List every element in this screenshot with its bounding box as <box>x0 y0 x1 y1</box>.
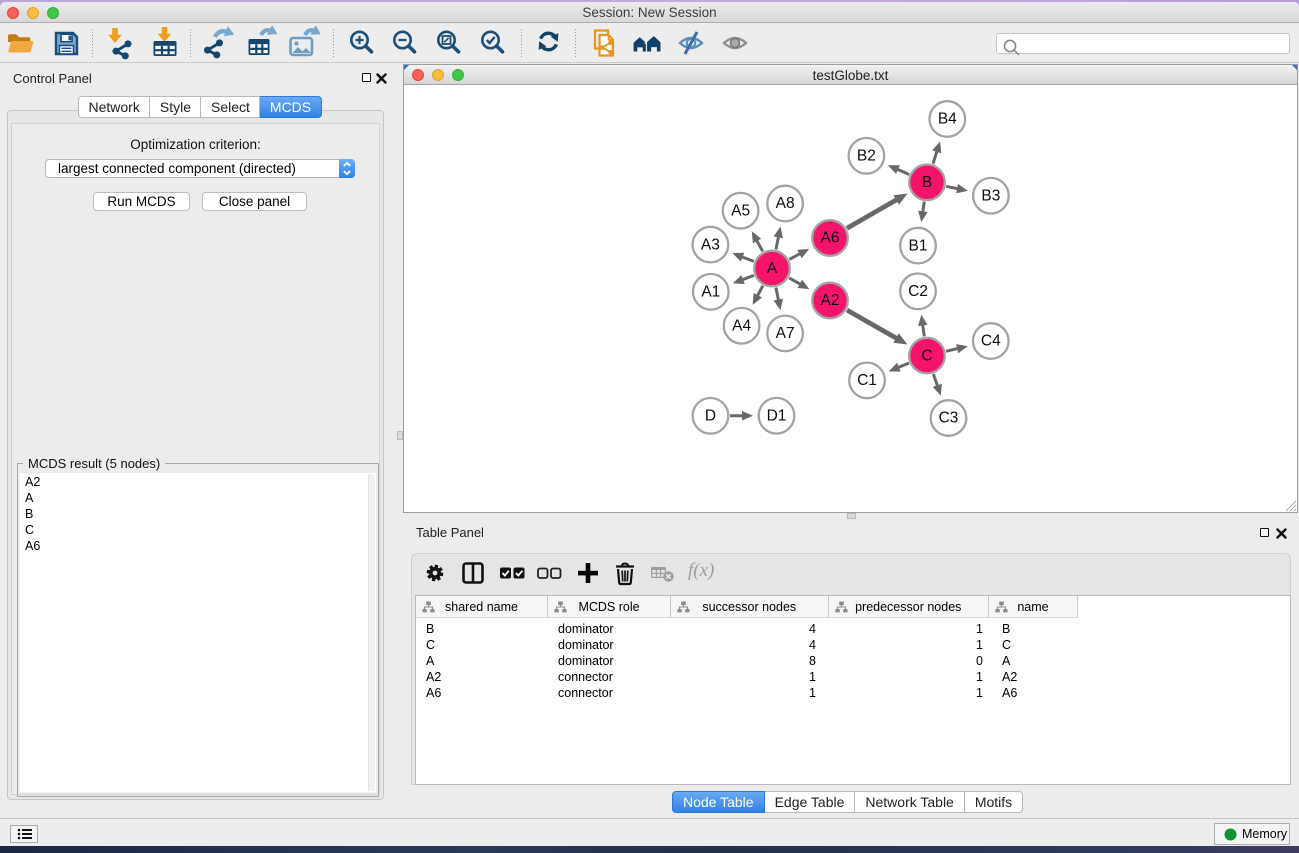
svg-text:C1: C1 <box>857 372 877 389</box>
svg-text:A8: A8 <box>776 195 795 212</box>
svg-text:A4: A4 <box>732 317 751 334</box>
svg-text:A6: A6 <box>821 230 840 247</box>
svg-text:C: C <box>921 347 932 364</box>
svg-text:C4: C4 <box>981 333 1001 350</box>
svg-text:A: A <box>767 260 778 277</box>
svg-text:D: D <box>705 408 716 425</box>
svg-text:B3: B3 <box>981 187 1000 204</box>
svg-text:B2: B2 <box>857 148 876 165</box>
svg-text:A1: A1 <box>701 284 720 301</box>
svg-text:A2: A2 <box>821 292 840 309</box>
svg-text:B: B <box>922 174 932 191</box>
svg-text:A5: A5 <box>731 202 750 219</box>
svg-text:A7: A7 <box>776 325 795 342</box>
svg-text:B1: B1 <box>909 237 928 254</box>
svg-text:D1: D1 <box>767 407 787 424</box>
svg-text:A3: A3 <box>701 236 720 253</box>
svg-text:B4: B4 <box>938 111 957 128</box>
svg-text:C3: C3 <box>939 410 959 427</box>
svg-text:C2: C2 <box>908 283 928 300</box>
